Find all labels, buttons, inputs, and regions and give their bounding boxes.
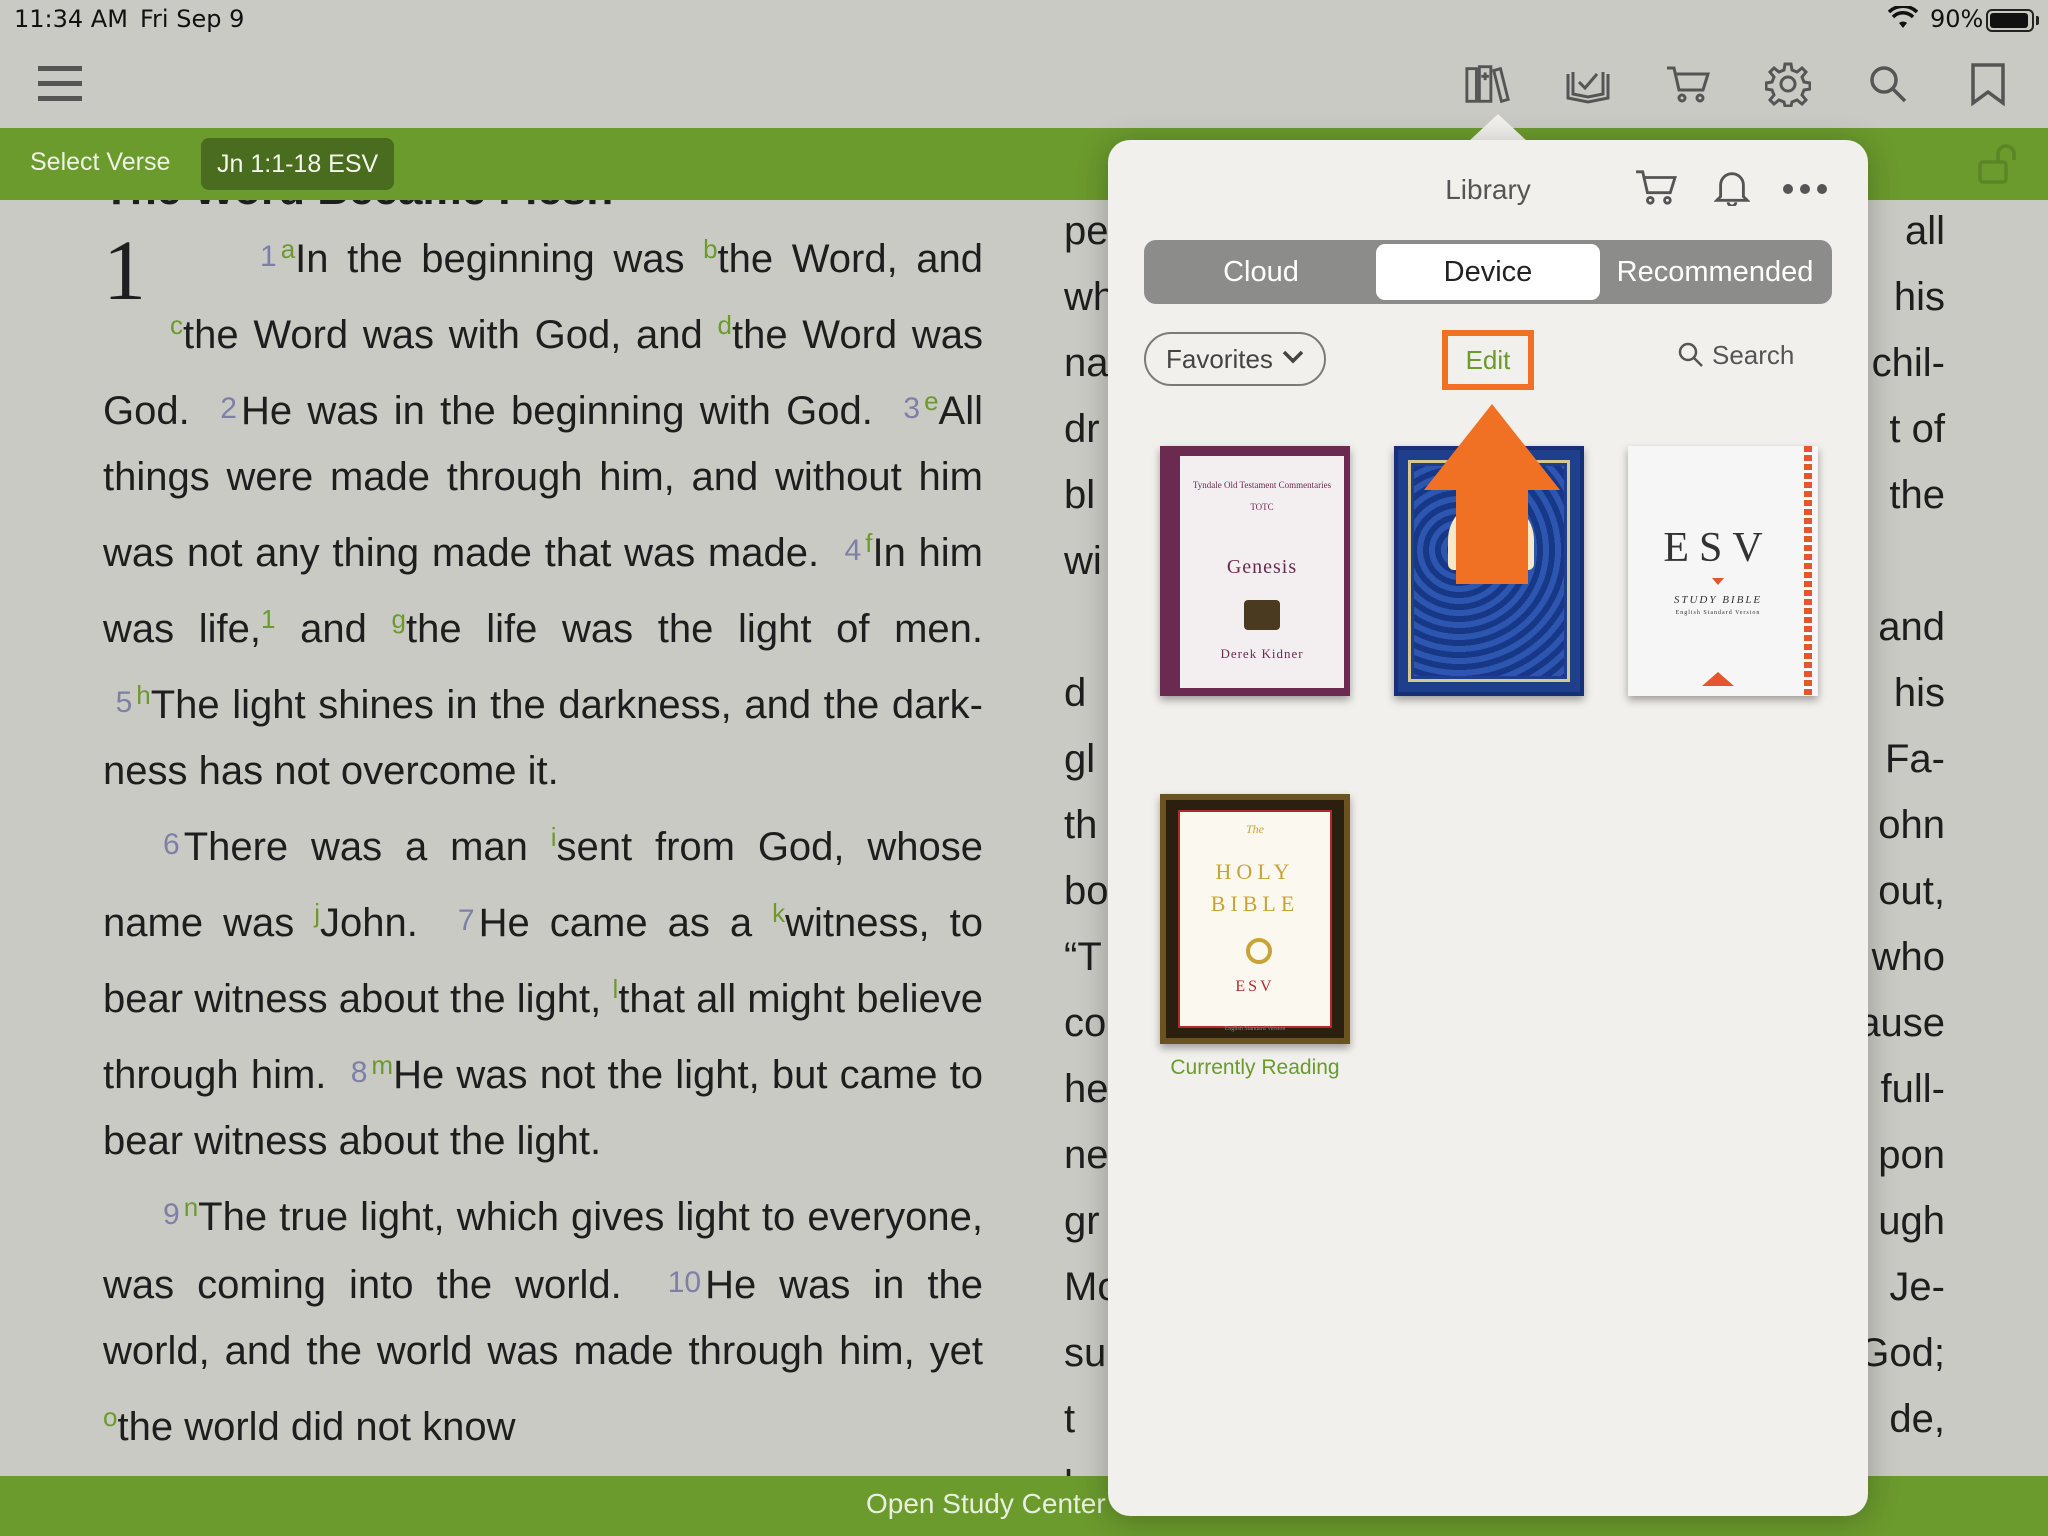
book-footer: English Standard Version: [1224, 1026, 1286, 1032]
select-verse-button[interactable]: Select Verse: [30, 148, 170, 177]
line-start: wi: [1064, 539, 1102, 583]
line-end: ause: [1858, 1001, 1945, 1045]
line-start: th: [1064, 803, 1098, 847]
bookmark-icon[interactable]: [1964, 60, 2012, 108]
line-start: su: [1064, 1331, 1107, 1375]
book-title-line-2: BIBLE: [1210, 891, 1300, 916]
book-author: Derek Kidner: [1220, 646, 1304, 661]
library-title: Library: [1445, 174, 1531, 205]
hamburger-menu-icon[interactable]: [36, 60, 84, 108]
book-esv-study-bible[interactable]: ESV STUDY BIBLE English Standard Version: [1628, 446, 1818, 696]
line-start: gl: [1064, 737, 1096, 781]
line-end: his: [1893, 275, 1945, 319]
book-genesis[interactable]: Tyndale Old Testament Commentaries TOTC …: [1160, 446, 1350, 696]
line-end: the: [1889, 473, 1945, 517]
line-start: he: [1064, 1067, 1109, 1111]
line-end: Je-: [1889, 1265, 1945, 1309]
favorites-dropdown[interactable]: Favorites: [1144, 332, 1326, 386]
line-end: God;: [1858, 1331, 1945, 1375]
line-end: who: [1871, 935, 1945, 979]
tab-cloud[interactable]: Cloud: [1148, 244, 1374, 300]
line-end: Fa-: [1885, 737, 1945, 781]
book-series: Tyndale Old Testament Commentaries: [1192, 480, 1332, 490]
top-nav: [0, 40, 2048, 128]
line-start: t: [1064, 1397, 1076, 1441]
search-icon[interactable]: [1864, 60, 1912, 108]
chapter-number: 1: [103, 222, 146, 318]
line-end: t of: [1889, 407, 1945, 451]
search-label: Search: [1712, 340, 1795, 370]
line-start: pe: [1064, 209, 1109, 253]
reading-plan-icon[interactable]: [1564, 60, 1612, 108]
seal-icon: [1246, 938, 1272, 964]
section-heading: The Word Became Flesh: [103, 200, 983, 216]
book-version: ESV: [1235, 978, 1275, 995]
battery-icon: [1986, 9, 2034, 32]
lock-open-icon[interactable]: [1978, 144, 2022, 188]
chevron-down-icon: [1282, 350, 1304, 364]
more-options-icon[interactable]: [1782, 180, 1828, 199]
line-end: de,: [1889, 1397, 1945, 1441]
arrow-up-icon: [1424, 404, 1560, 588]
status-date: Fri Sep 9: [140, 5, 245, 33]
passage-reference-button[interactable]: Jn 1:1-18 ESV: [201, 138, 395, 190]
line-start: gr: [1064, 1199, 1100, 1243]
paragraph: 1 1 aIn the beginning was bthe Word, and …: [103, 222, 984, 793]
book-title: Genesis: [1226, 556, 1298, 578]
status-time: 11:34 AM: [14, 5, 128, 33]
library-source-segmented-control: Cloud Device Recommended: [1144, 240, 1832, 304]
book-holy-bible-esv[interactable]: The HOLY BIBLE ESV English Standard Vers…: [1160, 794, 1350, 1044]
line-end: out,: [1878, 869, 1945, 913]
book-subtitle-2: English Standard Version: [1675, 610, 1761, 616]
line-end: chil-: [1871, 341, 1945, 385]
line-start: co: [1064, 1001, 1107, 1045]
line-end: and: [1878, 605, 1945, 649]
paragraph: 6 There was a man isent from God, whose n…: [103, 822, 984, 1163]
line-start: bl: [1064, 473, 1096, 517]
paragraph: 9 nThe true light, which gives light to e…: [103, 1192, 983, 1449]
currently-reading-label: Currently Reading: [1170, 1056, 1340, 1079]
line-start: dr: [1064, 407, 1100, 451]
line-end: all: [1904, 209, 1945, 253]
tab-device[interactable]: Device: [1376, 244, 1600, 300]
line-start: na: [1064, 341, 1109, 385]
reader-column-left: The Word Became Flesh 1 1aIn the beginni…: [103, 200, 983, 1460]
cart-icon[interactable]: [1664, 60, 1712, 108]
notification-bell-icon[interactable]: [1713, 168, 1751, 210]
line-start: h: [1064, 1452, 1086, 1476]
line-end: pon: [1878, 1133, 1945, 1177]
open-study-center-button[interactable]: Open Study Center: [866, 1488, 1106, 1520]
line-start: ne: [1064, 1133, 1109, 1177]
line-start: d: [1064, 671, 1087, 715]
book-the: The: [1246, 822, 1264, 836]
favorites-label: Favorites: [1166, 344, 1273, 374]
status-bar: 11:34 AM Fri Sep 9 90%: [0, 0, 2048, 40]
lion-emblem-icon: [1244, 600, 1280, 630]
library-search-button[interactable]: Search: [1678, 340, 1795, 371]
line-end: his: [1893, 671, 1945, 715]
cart-icon[interactable]: [1634, 168, 1678, 210]
book-subtitle: STUDY BIBLE: [1673, 594, 1763, 606]
line-end: ohn: [1878, 803, 1945, 847]
edit-button[interactable]: Edit: [1442, 330, 1534, 390]
esv-logo-triangle-icon: [1702, 672, 1734, 686]
search-icon: [1678, 342, 1703, 367]
library-popover: Library Cloud Device Recommended Favorit…: [1108, 140, 1868, 1516]
line-start: bo: [1064, 869, 1109, 913]
tab-recommended[interactable]: Recommended: [1602, 244, 1828, 300]
book-series-short: TOTC: [1250, 502, 1274, 512]
book-title: ESV: [1663, 525, 1773, 571]
line-end: ugh: [1878, 1199, 1945, 1243]
battery-percent: 90%: [1930, 5, 1984, 33]
line-start: “T: [1064, 935, 1102, 979]
settings-gear-icon[interactable]: [1764, 60, 1812, 108]
book-title-line-1: HOLY: [1215, 859, 1295, 884]
library-icon[interactable]: [1464, 60, 1512, 108]
line-end: full-: [1880, 1067, 1945, 1111]
wifi-icon: [1887, 4, 1919, 36]
